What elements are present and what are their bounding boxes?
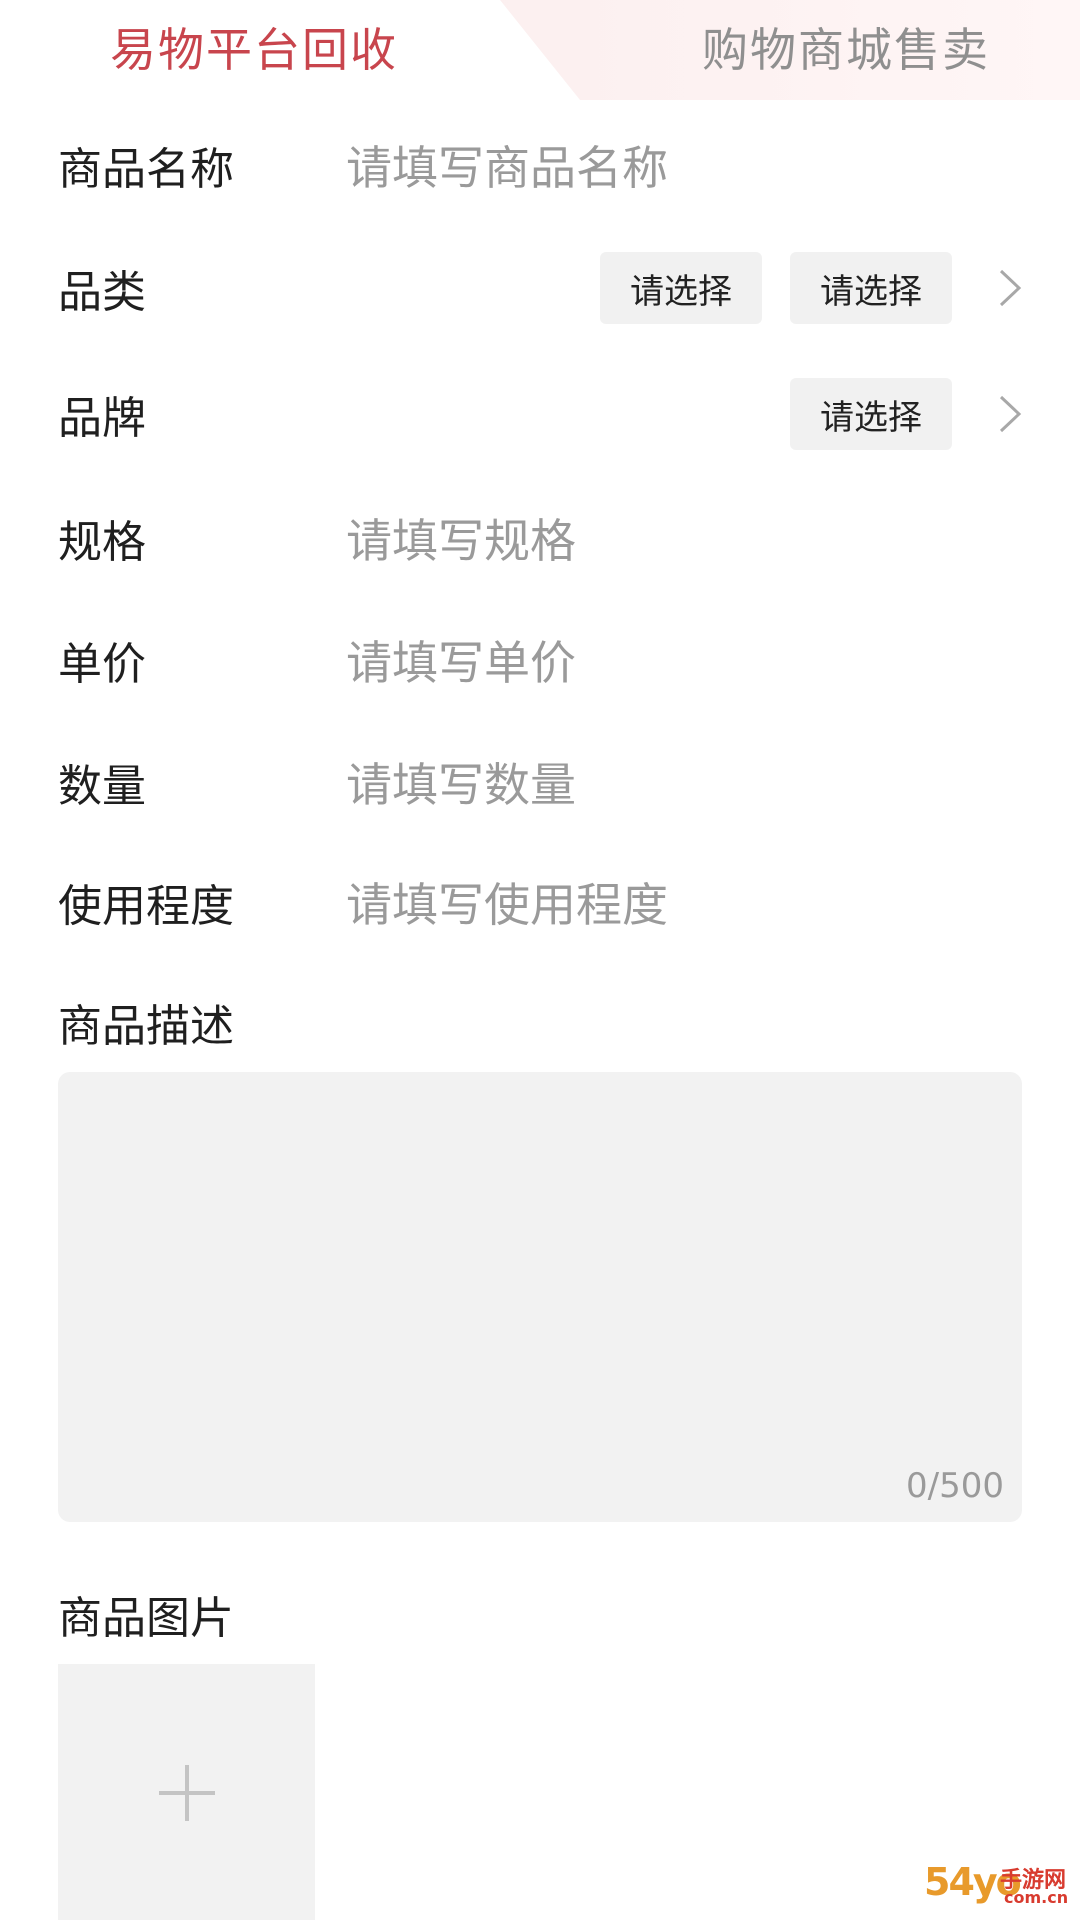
brand-select[interactable]: 请选择 — [790, 378, 952, 450]
product-form-page: 易物平台回收 购物商城售卖 商品名称 请填写商品名称 品类 请选择 请选择 品牌… — [0, 0, 1080, 1920]
category-select-primary[interactable]: 请选择 — [600, 252, 762, 324]
site-watermark: 54yo 手游网 com.cn — [924, 1860, 1074, 1914]
tab-platform-recycle[interactable]: 易物平台回收 — [110, 14, 398, 80]
spec-input[interactable]: 请填写规格 — [346, 505, 1026, 571]
row-spec: 规格 请填写规格 — [0, 478, 1080, 598]
row-usage: 使用程度 请填写使用程度 — [0, 842, 1080, 962]
row-category: 品类 请选择 请选择 — [0, 228, 1080, 348]
category-label: 品类 — [58, 267, 146, 318]
quantity-label: 数量 — [58, 761, 146, 812]
plus-icon — [159, 1765, 215, 1821]
quantity-input[interactable]: 请填写数量 — [346, 749, 1026, 815]
usage-label: 使用程度 — [58, 881, 234, 932]
row-quantity: 数量 请填写数量 — [0, 722, 1080, 842]
images-label: 商品图片 — [58, 1593, 234, 1644]
usage-input[interactable]: 请填写使用程度 — [346, 869, 1026, 935]
chevron-right-icon[interactable] — [998, 268, 1022, 308]
product-name-input[interactable]: 请填写商品名称 — [346, 132, 1026, 198]
price-label: 单价 — [58, 639, 146, 690]
product-name-label: 商品名称 — [58, 144, 234, 195]
row-price: 单价 请填写单价 — [0, 600, 1080, 720]
chevron-right-icon[interactable] — [998, 394, 1022, 434]
spec-label: 规格 — [58, 517, 146, 568]
watermark-domain: com.cn — [1004, 1888, 1069, 1907]
row-brand: 品牌 请选择 — [0, 354, 1080, 474]
tab-mall-sell[interactable]: 购物商城售卖 — [702, 14, 990, 80]
row-product-name: 商品名称 请填写商品名称 — [0, 105, 1080, 225]
brand-label: 品牌 — [58, 393, 146, 444]
category-select-secondary[interactable]: 请选择 — [790, 252, 952, 324]
price-input[interactable]: 请填写单价 — [346, 627, 1026, 693]
description-textarea[interactable]: 0/500 — [58, 1072, 1022, 1522]
description-char-counter: 0/500 — [906, 1466, 1004, 1506]
tab-bar: 易物平台回收 购物商城售卖 — [0, 0, 1080, 100]
description-label: 商品描述 — [58, 1001, 234, 1052]
add-image-button[interactable] — [58, 1664, 315, 1920]
